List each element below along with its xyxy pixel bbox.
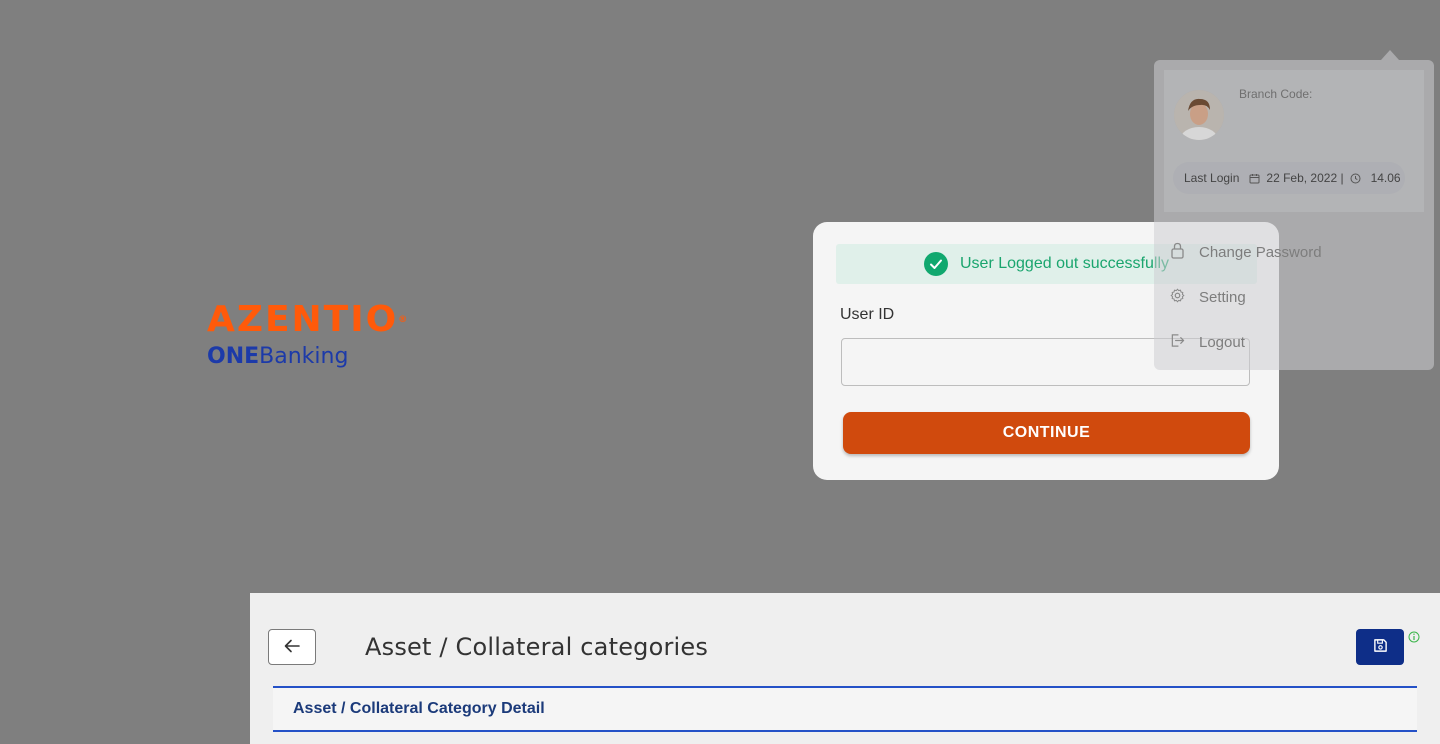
- menu-item-label: Setting: [1199, 289, 1246, 306]
- clock-icon: [1350, 173, 1361, 184]
- arrow-left-icon: [284, 639, 300, 656]
- page-content: Asset / Collateral categories Asset / Co…: [250, 593, 1440, 744]
- avatar[interactable]: [1174, 90, 1224, 140]
- menu-item-label: Logout: [1199, 334, 1245, 351]
- calendar-icon: [1249, 173, 1260, 184]
- last-login-info: Last Login 22 Feb, 2022 | 14.06: [1173, 162, 1405, 194]
- user-id-label: User ID: [840, 306, 895, 323]
- brand-logo: AZENTIO® ONEBanking: [207, 299, 410, 370]
- brand-name: AZENTIO®: [207, 299, 410, 340]
- save-icon: [1373, 638, 1388, 656]
- gear-icon: [1170, 288, 1185, 307]
- brand-subtitle: ONEBanking: [207, 344, 349, 369]
- page-title: Asset / Collateral categories: [365, 633, 709, 661]
- menu-item-label: Change Password: [1199, 244, 1322, 261]
- check-circle-icon: [924, 252, 948, 276]
- branch-code-label: Branch Code:: [1239, 87, 1313, 101]
- save-button[interactable]: [1356, 629, 1404, 665]
- profile-header: Branch Code: Last Login 22 Feb, 2022 | 1…: [1164, 70, 1424, 212]
- section-title: Asset / Collateral Category Detail: [293, 700, 545, 717]
- trademark-mark: ®: [398, 315, 410, 325]
- info-icon[interactable]: [1408, 630, 1420, 648]
- lock-icon: [1170, 242, 1185, 263]
- menu-item-change-password[interactable]: Change Password: [1170, 242, 1322, 263]
- logout-icon: [1170, 333, 1185, 352]
- profile-dropdown: Branch Code: Last Login 22 Feb, 2022 | 1…: [1154, 60, 1434, 370]
- last-login-date: 22 Feb, 2022 |: [1266, 171, 1344, 185]
- category-detail-section: Asset / Collateral Category Detail: [273, 686, 1417, 732]
- last-login-label: Last Login: [1184, 171, 1240, 185]
- back-button[interactable]: [268, 629, 316, 665]
- last-login-time: 14.06: [1370, 171, 1401, 185]
- menu-item-logout[interactable]: Logout: [1170, 333, 1245, 352]
- toast-message: User Logged out successfully: [960, 255, 1169, 272]
- continue-button[interactable]: CONTINUE: [843, 412, 1250, 454]
- menu-item-setting[interactable]: Setting: [1170, 288, 1246, 307]
- profile-dropdown-caret: [1381, 50, 1399, 60]
